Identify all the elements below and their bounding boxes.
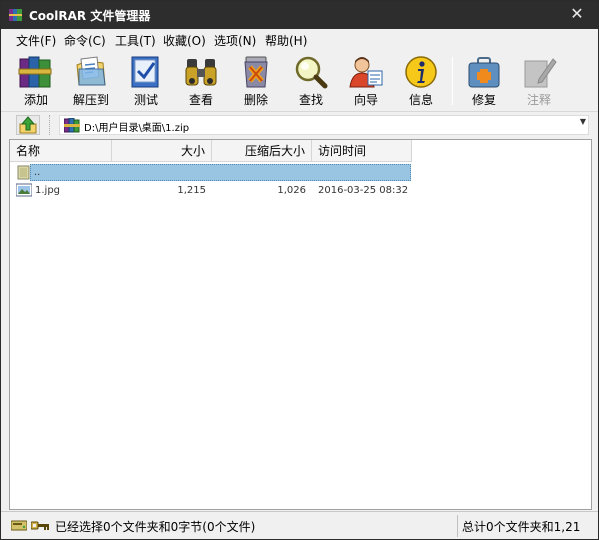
info-label: 信息 [408, 93, 433, 107]
address-dropdown-icon[interactable]: ▼ [580, 117, 586, 126]
menu-bar: 文件(F) 命令(C) 工具(T) 收藏(O) 选项(N) 帮助(H) [1, 29, 598, 51]
file-packed-size: 1,026 [277, 185, 306, 196]
column-name-label: 名称 [16, 144, 41, 158]
status-divider [457, 515, 458, 537]
comment-icon [524, 58, 557, 88]
app-logo-icon [9, 9, 22, 21]
test-check-icon [131, 56, 159, 88]
address-separator [49, 115, 51, 135]
window-title: CoolRAR 文件管理器 [29, 9, 151, 23]
image-file-icon [16, 183, 32, 197]
repair-kit-icon [468, 57, 500, 88]
menu-options[interactable]: 选项(N) [214, 32, 256, 49]
menu-favorites[interactable]: 收藏(O) [163, 32, 206, 49]
repair-label: 修复 [471, 93, 496, 107]
row-selection [30, 164, 411, 181]
menu-file[interactable]: 文件(F) [16, 32, 56, 49]
file-access-time: 2016-03-25 08:32 [318, 185, 409, 196]
address-field[interactable]: D:\用户目录\桌面\1.zip ▼ [59, 115, 589, 135]
status-bar: 已经选择0个文件夹和0字节(0个文件) 总计0个文件夹和1,21 [1, 511, 598, 539]
address-path: D:\用户目录\桌面\1.zip [84, 123, 190, 134]
up-folder-button[interactable] [16, 115, 40, 135]
test-button[interactable]: 测试 [121, 53, 171, 109]
drive-icon [11, 520, 27, 531]
app-window: CoolRAR 文件管理器 ✕ 文件(F) 命令(C) 工具(T) 收藏(O) … [0, 0, 599, 540]
extract-to-button[interactable]: 解压到 [66, 53, 116, 109]
table-row[interactable]: .. [10, 164, 412, 182]
column-packed-size[interactable]: 压缩后大小 [212, 140, 312, 162]
file-name: .. [34, 167, 41, 178]
comment-button[interactable]: 注释 [514, 53, 564, 109]
selection-status: 已经选择0个文件夹和0字节(0个文件) [55, 520, 256, 534]
wizard-person-icon [349, 57, 383, 88]
file-size: 1,215 [177, 185, 206, 196]
add-label: 添加 [23, 93, 48, 107]
magnifier-icon [295, 56, 328, 89]
find-label: 查找 [298, 93, 323, 107]
wizard-label: 向导 [353, 93, 378, 107]
view-label: 查看 [188, 93, 213, 107]
toolbar: 添加 解压到 测试 查看 删除 查找 向导 信息 修复 注释 [1, 51, 598, 111]
menu-command[interactable]: 命令(C) [64, 32, 106, 49]
address-bar: D:\用户目录\桌面\1.zip ▼ [1, 111, 598, 137]
column-size[interactable]: 大小 [112, 140, 212, 162]
binoculars-icon [185, 59, 217, 86]
delete-button[interactable]: 删除 [231, 53, 281, 109]
total-status: 总计0个文件夹和1,21 [462, 520, 581, 534]
info-icon [405, 56, 437, 88]
find-button[interactable]: 查找 [286, 53, 336, 109]
view-button[interactable]: 查看 [176, 53, 226, 109]
repair-button[interactable]: 修复 [459, 53, 509, 109]
archive-icon [64, 118, 80, 133]
info-button[interactable]: 信息 [396, 53, 446, 109]
parent-folder-icon [17, 165, 30, 180]
key-icon [31, 521, 49, 530]
column-packed-label: 压缩后大小 [244, 144, 305, 158]
menu-tools[interactable]: 工具(T) [115, 32, 156, 49]
comment-label: 注释 [526, 93, 551, 107]
file-list: 名称 大小 压缩后大小 访问时间 .. 1.jpg 1,215 1,026 20… [9, 139, 592, 510]
delete-label: 删除 [243, 93, 268, 107]
up-arrow-icon [19, 116, 37, 134]
test-label: 测试 [133, 93, 158, 107]
column-size-label: 大小 [180, 144, 205, 158]
add-button[interactable]: 添加 [11, 53, 61, 109]
close-icon: ✕ [570, 4, 584, 23]
close-button[interactable]: ✕ [562, 4, 592, 26]
column-name[interactable]: 名称 [10, 140, 112, 162]
delete-trash-icon [244, 56, 268, 88]
title-bar: CoolRAR 文件管理器 ✕ [1, 1, 598, 29]
column-access-label: 访问时间 [318, 144, 367, 158]
column-header: 名称 大小 压缩后大小 访问时间 [10, 140, 412, 162]
books-add-icon [18, 56, 52, 88]
extract-folder-icon [76, 56, 106, 86]
file-name: 1.jpg [35, 185, 61, 196]
wizard-button[interactable]: 向导 [341, 53, 391, 109]
menu-help[interactable]: 帮助(H) [265, 32, 307, 49]
extract-to-label: 解压到 [72, 93, 109, 107]
table-row[interactable]: 1.jpg 1,215 1,026 2016-03-25 08:32 [10, 182, 412, 200]
column-access-time[interactable]: 访问时间 [312, 140, 412, 162]
